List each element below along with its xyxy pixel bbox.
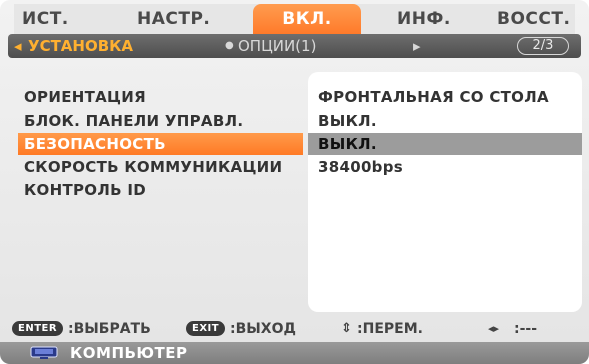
setting-row-security[interactable]: БЕЗОПАСНОСТЬ ВЫКЛ.: [8, 133, 583, 155]
enter-help-text: :ВЫБРАТЬ: [68, 321, 151, 337]
left-right-arrows-icon: ◂▸: [488, 322, 500, 335]
subtab-prev-arrow-icon[interactable]: ◂: [14, 34, 22, 58]
move-help-text: :ПЕРЕМ.: [357, 321, 423, 337]
subtab-options[interactable]: ОПЦИИ(1): [238, 34, 316, 58]
setting-value: ВЫКЛ.: [318, 112, 377, 130]
setting-value: 38400bps: [318, 158, 403, 176]
setting-label: БЛОК. ПАНЕЛИ УПРАВЛ.: [24, 112, 244, 130]
setting-row-control-panel-lock[interactable]: БЛОК. ПАНЕЛИ УПРАВЛ. ВЫКЛ.: [8, 110, 583, 132]
source-bar: КОМПЬЮТЕР: [0, 342, 589, 364]
tab-strip: ИСТ. НАСТР. ВКЛ. ИНФ. ВОССТ.: [14, 4, 575, 34]
exit-help-text: :ВЫХОД: [230, 321, 296, 337]
help-bar: ENTER :ВЫБРАТЬ EXIT :ВЫХОД ⇕ :ПЕРЕМ. ◂▸ …: [8, 318, 581, 340]
up-down-arrows-icon: ⇕: [341, 321, 352, 336]
monitor-icon: [30, 346, 58, 359]
tab-adjust[interactable]: НАСТР.: [137, 4, 237, 34]
tab-reset[interactable]: ВОССТ.: [497, 4, 587, 34]
setting-row-control-id[interactable]: КОНТРОЛЬ ID: [8, 179, 583, 201]
setting-label: СКОРОСТЬ КОММУНИКАЦИИ: [24, 158, 283, 176]
setting-label: ОРИЕНТАЦИЯ: [24, 88, 146, 106]
subtab-bullet-icon: ●: [225, 40, 234, 51]
settings-panel: ОРИЕНТАЦИЯ ФРОНТАЛЬНАЯ СО СТОЛА БЛОК. ПА…: [8, 66, 583, 314]
input-source-label: КОМПЬЮТЕР: [70, 344, 188, 362]
setting-label: БЕЗОПАСНОСТЬ: [24, 135, 166, 153]
setting-value: ФРОНТАЛЬНАЯ СО СТОЛА: [318, 88, 549, 106]
lr-help-text: :---: [514, 321, 538, 337]
setting-row-orientation[interactable]: ОРИЕНТАЦИЯ ФРОНТАЛЬНАЯ СО СТОЛА: [8, 86, 583, 108]
tab-setup[interactable]: ВКЛ.: [253, 4, 361, 34]
setting-label: КОНТРОЛЬ ID: [24, 181, 146, 199]
subtab-next-arrow-icon[interactable]: ▸: [413, 34, 421, 58]
subtab-bar: ◂ УСТАНОВКА ● ОПЦИИ(1) ▸ 2/3: [8, 34, 581, 58]
setting-value: ВЫКЛ.: [318, 135, 377, 153]
page-indicator: 2/3: [517, 37, 569, 55]
tab-info[interactable]: ИНФ.: [397, 4, 477, 34]
projector-menu: ИСТ. НАСТР. ВКЛ. ИНФ. ВОССТ. ◂ УСТАНОВКА…: [0, 0, 589, 364]
enter-key-icon: ENTER: [12, 321, 64, 336]
exit-key-icon: EXIT: [186, 321, 226, 336]
setting-row-communication-speed[interactable]: СКОРОСТЬ КОММУНИКАЦИИ 38400bps: [8, 156, 583, 178]
subtab-installation[interactable]: УСТАНОВКА: [28, 34, 133, 58]
tab-source[interactable]: ИСТ.: [22, 4, 102, 34]
